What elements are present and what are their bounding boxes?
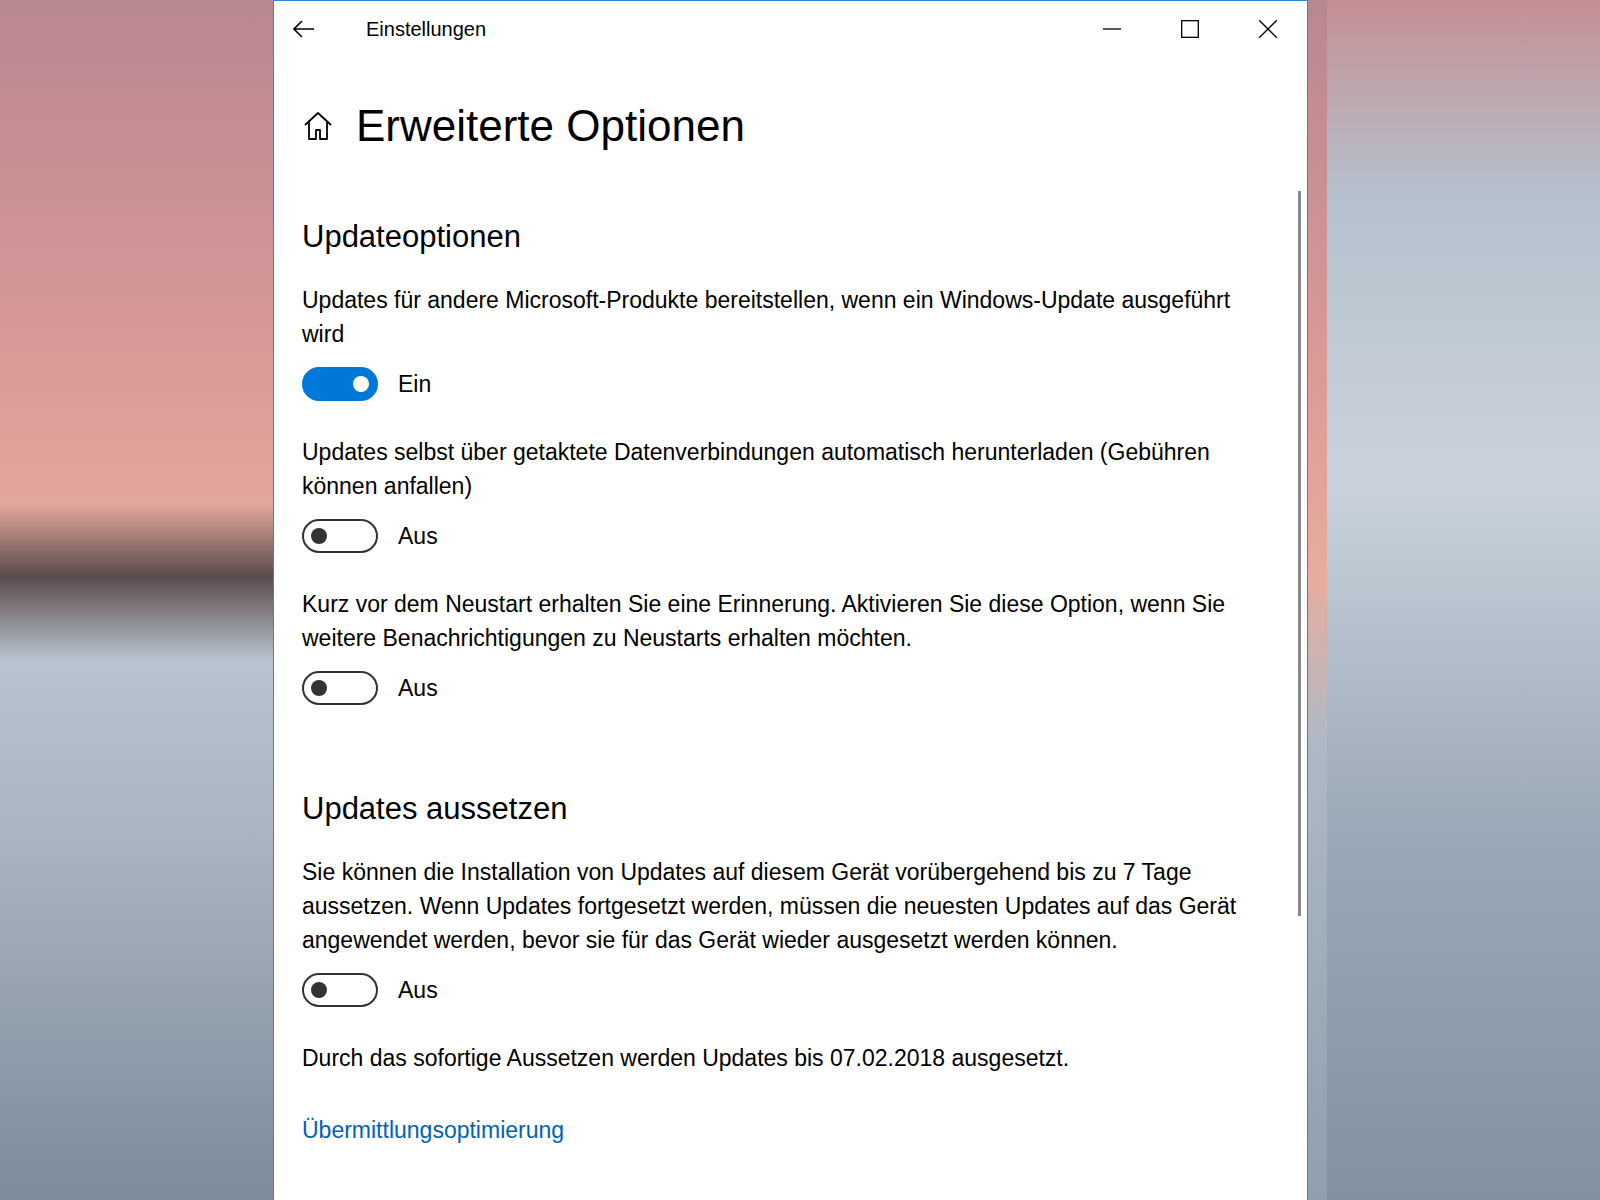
settings-window: Einstellungen Erweiterte Optionen Updateop… (273, 0, 1308, 1200)
toggle-knob (353, 376, 369, 392)
toggle-state-label: Aus (398, 977, 438, 1004)
delivery-optimization-link[interactable]: Übermittlungsoptimierung (302, 1117, 1247, 1144)
toggle-state-label: Aus (398, 523, 438, 550)
page-content: Erweiterte Optionen Updateoptionen Updates… (274, 57, 1307, 1144)
toggle-option: Sie können die Installation von Updates … (302, 855, 1247, 1007)
toggle-switch[interactable] (302, 367, 378, 401)
toggle-option: Kurz vor dem Neustart erhalten Sie eine … (302, 587, 1247, 705)
option-description: Updates für andere Microsoft-Produkte be… (302, 283, 1247, 351)
option-description: Kurz vor dem Neustart erhalten Sie eine … (302, 587, 1247, 655)
wallpaper-left (0, 0, 273, 1200)
wallpaper-right (1327, 0, 1600, 1200)
home-icon[interactable] (302, 110, 334, 142)
maximize-icon (1181, 20, 1199, 38)
settings-section: Updateoptionen Updates für andere Microso… (302, 217, 1247, 739)
desktop: Einstellungen Erweiterte Optionen Updateop… (0, 0, 1600, 1200)
toggle-option: Updates für andere Microsoft-Produkte be… (302, 283, 1247, 401)
maximize-button[interactable] (1151, 1, 1229, 57)
section-note: Durch das sofortige Aussetzen werden Upd… (302, 1041, 1247, 1075)
section-title: Updateoptionen (302, 217, 1247, 257)
toggle-state-label: Aus (398, 675, 438, 702)
toggle-knob (311, 528, 327, 544)
toggle-state-label: Ein (398, 371, 431, 398)
toggle-switch[interactable] (302, 671, 378, 705)
toggle-knob (311, 680, 327, 696)
scrollbar[interactable] (1298, 191, 1301, 1200)
scrollbar-thumb[interactable] (1298, 191, 1301, 916)
page-title: Erweiterte Optionen (356, 95, 745, 157)
close-icon (1259, 20, 1277, 38)
option-description: Updates selbst über getaktete Datenverbi… (302, 435, 1247, 503)
toggle-knob (311, 982, 327, 998)
toggle-row: Aus (302, 973, 1247, 1007)
back-arrow-icon (293, 20, 315, 38)
minimize-button[interactable] (1073, 1, 1151, 57)
section-title: Updates aussetzen (302, 789, 1247, 829)
settings-section: Updates aussetzen Sie können die Installa… (302, 789, 1247, 1075)
title-bar: Einstellungen (274, 1, 1307, 57)
back-button[interactable] (274, 1, 346, 57)
option-description: Sie können die Installation von Updates … (302, 855, 1247, 957)
toggle-row: Aus (302, 671, 1247, 705)
toggle-switch[interactable] (302, 973, 378, 1007)
minimize-icon (1103, 20, 1121, 38)
window-title: Einstellungen (346, 18, 1073, 41)
page-header: Erweiterte Optionen (302, 95, 1247, 157)
close-button[interactable] (1229, 1, 1307, 57)
toggle-switch[interactable] (302, 519, 378, 553)
toggle-row: Ein (302, 367, 1247, 401)
toggle-option: Updates selbst über getaktete Datenverbi… (302, 435, 1247, 553)
toggle-row: Aus (302, 519, 1247, 553)
